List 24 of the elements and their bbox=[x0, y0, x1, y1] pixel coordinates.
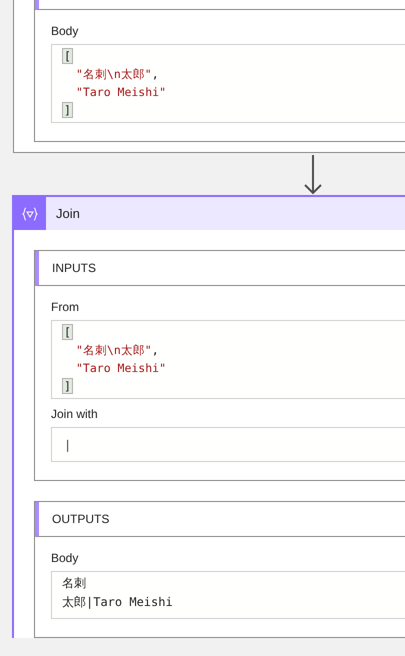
section-header[interactable]: INPUTS bbox=[35, 251, 405, 286]
section-title: OUTPUTS bbox=[52, 512, 110, 526]
section-header[interactable]: OUTPUTS bbox=[35, 502, 405, 537]
code-bracket: ] bbox=[62, 102, 73, 118]
output-line: 太郎|Taro Meishi bbox=[62, 594, 174, 611]
card-title: Join bbox=[56, 206, 80, 221]
field-label: Body bbox=[51, 24, 80, 38]
field-label: Join with bbox=[51, 407, 99, 421]
code-string: "名刺\n太郎" bbox=[75, 67, 152, 81]
field-label: Body bbox=[51, 551, 80, 565]
code-string: "Taro Meishi" bbox=[75, 361, 166, 375]
code-bracket: ] bbox=[62, 378, 73, 394]
code-comma: , bbox=[152, 67, 159, 81]
output-line: 名刺 bbox=[62, 575, 87, 592]
section-title: INPUTS bbox=[52, 261, 96, 275]
card-header[interactable]: Join bbox=[14, 197, 405, 230]
code-string: "Taro Meishi" bbox=[75, 85, 166, 99]
code-bracket: [ bbox=[62, 324, 73, 340]
code-bracket: [ bbox=[62, 48, 73, 64]
code-comma: , bbox=[152, 343, 159, 357]
input-field[interactable]: | bbox=[51, 427, 405, 462]
arrow-icon bbox=[303, 155, 323, 195]
field-label: From bbox=[51, 300, 80, 314]
code-string: "名刺\n太郎" bbox=[75, 343, 152, 357]
